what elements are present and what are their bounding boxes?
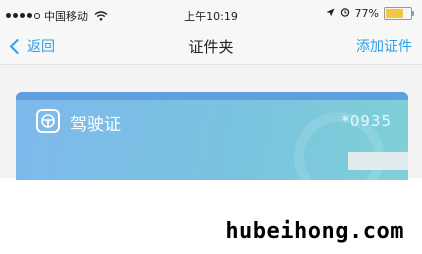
battery-percent: 77% [354, 7, 379, 20]
status-bar: 中国移动 上午10:19 77% [0, 0, 422, 28]
location-arrow-icon [326, 7, 335, 20]
nav-bar: 返回 证件夹 添加证件 [0, 28, 422, 65]
battery-fill [386, 9, 403, 18]
card-title: 驾驶证 [70, 115, 121, 135]
driver-license-card[interactable]: 驾驶证 *0935 [16, 92, 408, 180]
alarm-icon [340, 7, 350, 20]
battery-icon [384, 7, 414, 20]
add-document-button[interactable]: 添加证件 [356, 36, 412, 56]
steering-wheel-icon [36, 109, 60, 133]
card-number: *0935 [341, 112, 392, 130]
redacted-block [348, 152, 408, 170]
site-watermark: hubeihong.com [225, 219, 404, 244]
card-top-strip [16, 92, 408, 100]
status-right: 77% [326, 7, 414, 20]
